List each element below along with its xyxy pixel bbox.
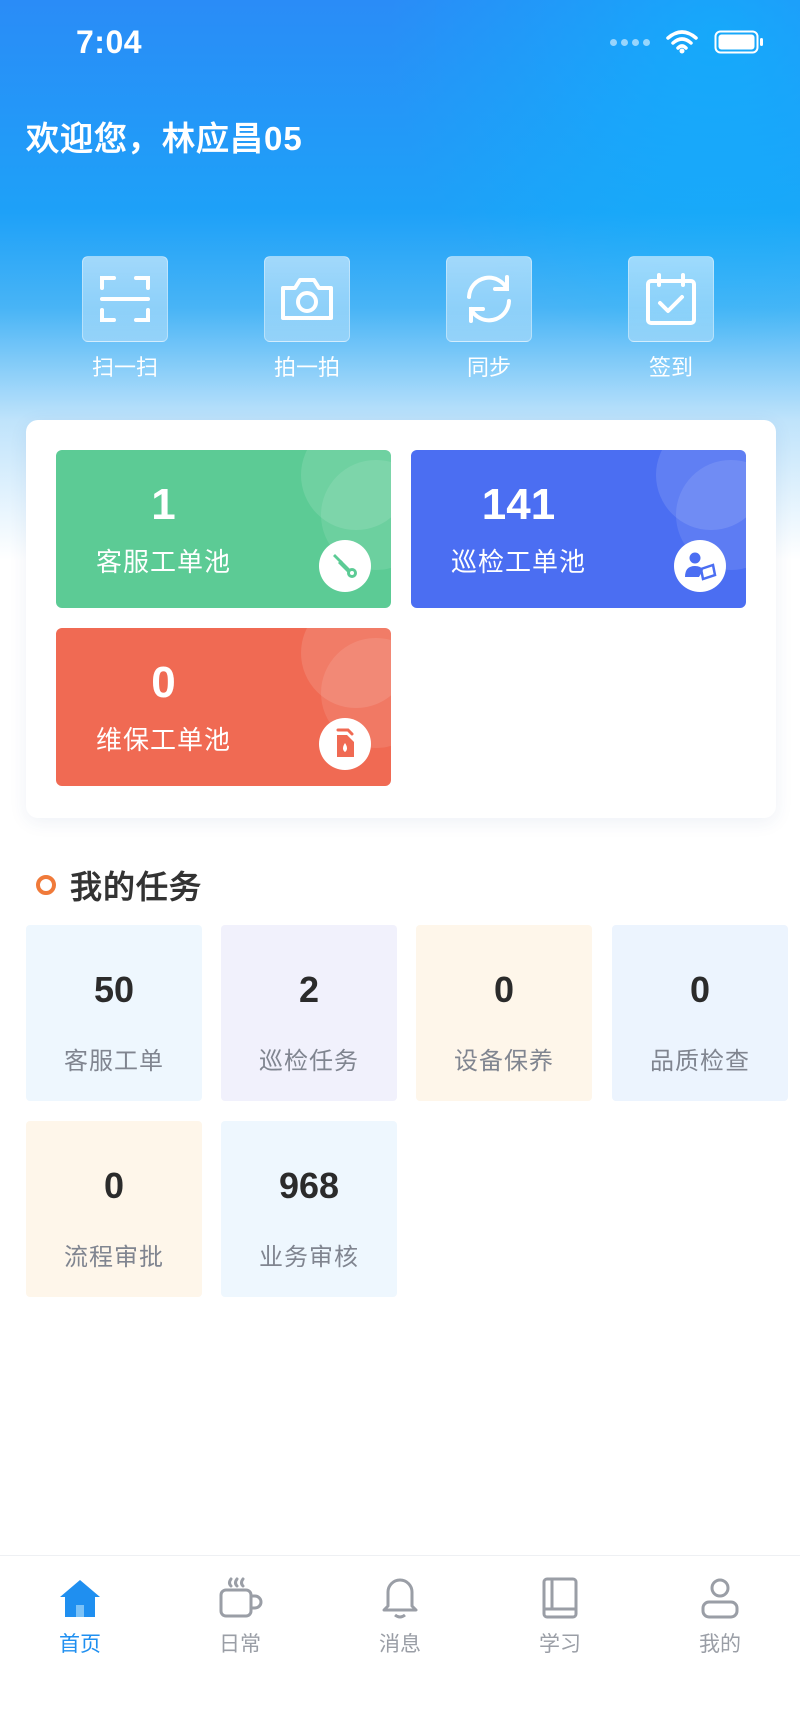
camera-icon [281, 278, 333, 320]
customer-service-pool[interactable]: 1 客服工单池 [56, 450, 391, 608]
tab-mine[interactable]: 我的 [660, 1574, 780, 1658]
welcome-title: 欢迎您，林应昌05 [26, 120, 303, 157]
task-label: 设备保养 [454, 1048, 554, 1075]
scan-button[interactable]: 扫一扫 [70, 256, 180, 382]
photo-button[interactable]: 拍一拍 [252, 256, 362, 382]
task-label: 业务审核 [259, 1244, 359, 1271]
scan-icon [100, 276, 150, 322]
user-icon [696, 1574, 744, 1622]
pool-count: 1 [151, 480, 176, 529]
maintenance-pool[interactable]: 0 维保工单池 [56, 628, 391, 786]
bottom-tab-bar: 首页 日常 消息 学习 我的 [0, 1555, 800, 1731]
tab-label: 首页 [59, 1633, 101, 1656]
my-tasks-header: 我的任务 [36, 862, 202, 908]
sync-button[interactable]: 同步 [434, 256, 544, 382]
scan-label: 扫一扫 [91, 355, 158, 380]
pool-label: 维保工单池 [95, 725, 231, 755]
quick-actions: 扫一扫 拍一拍 同步 签到 [0, 256, 800, 386]
sync-label: 同步 [466, 355, 511, 380]
task-label: 客服工单 [64, 1048, 164, 1075]
checkin-label: 签到 [648, 355, 693, 380]
task-quality-check[interactable]: 0 品质检查 [612, 925, 788, 1101]
home-icon [56, 1574, 104, 1622]
inspection-pool[interactable]: 141 巡检工单池 [411, 450, 746, 608]
wifi-icon [666, 30, 698, 54]
task-label: 巡检任务 [259, 1048, 359, 1075]
task-inspection[interactable]: 2 巡检任务 [221, 925, 397, 1101]
pool-count: 0 [151, 658, 176, 707]
tab-label: 日常 [219, 1633, 261, 1656]
coffee-cup-icon [216, 1574, 264, 1622]
task-count: 0 [493, 969, 515, 1010]
task-label: 品质检查 [650, 1048, 750, 1075]
oil-can-icon [319, 718, 371, 770]
bell-icon [376, 1574, 424, 1622]
photo-label: 拍一拍 [273, 355, 340, 380]
task-process-approval[interactable]: 0 流程审批 [26, 1121, 202, 1297]
checkin-button[interactable]: 签到 [616, 256, 726, 382]
tab-messages[interactable]: 消息 [340, 1574, 460, 1658]
signal-icon [610, 38, 650, 46]
task-count: 968 [278, 1165, 340, 1206]
task-label: 流程审批 [64, 1244, 164, 1271]
inspector-icon [674, 540, 726, 592]
task-equipment-maintenance[interactable]: 0 设备保养 [416, 925, 592, 1101]
tab-daily[interactable]: 日常 [180, 1574, 300, 1658]
book-icon [536, 1574, 584, 1622]
tab-label: 学习 [539, 1633, 581, 1656]
pool-label: 客服工单池 [95, 547, 231, 577]
status-icons [610, 30, 764, 54]
tab-home[interactable]: 首页 [20, 1574, 140, 1658]
status-time: 7:04 [76, 24, 143, 60]
work-order-pools-card: 1 客服工单池 141 巡检工单池 0 维保工单池 [26, 420, 776, 818]
task-count: 0 [103, 1165, 125, 1206]
task-count: 2 [298, 969, 320, 1010]
sync-icon [467, 275, 511, 323]
status-bar: 7:04 [0, 0, 800, 88]
tab-label: 我的 [699, 1633, 741, 1656]
checkin-icon [646, 273, 696, 325]
battery-icon [714, 30, 763, 54]
wrench-icon [319, 540, 371, 592]
tab-label: 消息 [379, 1633, 421, 1656]
task-customer-service[interactable]: 50 客服工单 [26, 925, 202, 1101]
my-tasks-title: 我的任务 [70, 869, 203, 905]
tab-study[interactable]: 学习 [500, 1574, 620, 1658]
task-count: 50 [93, 969, 135, 1010]
pool-count: 141 [481, 480, 556, 529]
section-dot-icon [36, 875, 56, 895]
task-business-review[interactable]: 968 业务审核 [221, 1121, 397, 1297]
task-count: 0 [689, 969, 711, 1010]
pool-label: 巡检工单池 [450, 547, 586, 577]
